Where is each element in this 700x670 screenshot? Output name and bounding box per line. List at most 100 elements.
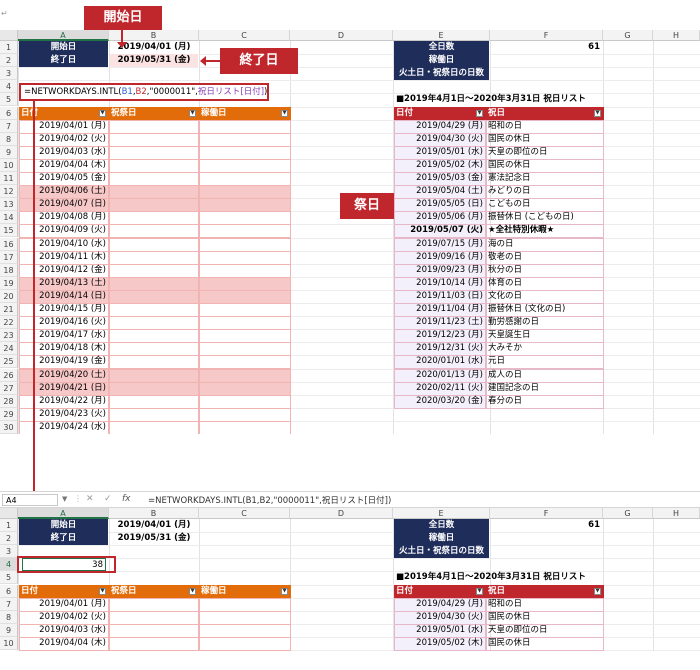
date-cell[interactable]: 2019/04/03 (水) [20, 624, 108, 637]
holiday-date[interactable]: 2019/11/23 (土) [395, 316, 485, 329]
holiday-date[interactable]: 2019/11/03 (日) [395, 290, 485, 303]
row-header-26[interactable]: 26 [0, 368, 18, 382]
formula-bar-content[interactable]: =NETWORKDAYS.INTL(B1,B2,"0000011",祝日リスト[… [148, 494, 391, 506]
holiday-date[interactable]: 2019/05/02 (木) [395, 637, 485, 650]
row-header-9[interactable]: 9 [0, 145, 18, 159]
holiday-date[interactable]: 2019/12/31 (火) [395, 342, 485, 355]
row-header-22[interactable]: 22 [0, 316, 18, 330]
row-header-4[interactable]: 4 [0, 558, 18, 572]
holiday-name[interactable]: 振替休日 (こどもの日) [488, 211, 603, 224]
holiday-name[interactable]: 憲法記念日 [488, 172, 603, 185]
column-header-a[interactable]: A [18, 30, 109, 41]
row-header-27[interactable]: 27 [0, 381, 18, 395]
filter-dropdown-icon[interactable]: ▼ [99, 587, 106, 595]
row-header-18[interactable]: 18 [0, 263, 18, 277]
holiday-name[interactable]: 昭和の日 [488, 598, 603, 611]
value-end-date[interactable]: 2019/05/31 (金) [110, 54, 198, 68]
holiday-name[interactable]: こどもの日 [488, 198, 603, 211]
insert-function-icon[interactable]: fx [122, 494, 131, 504]
table-header-workday[interactable]: 稼働日 [199, 584, 291, 598]
holiday-name[interactable]: みどりの日 [488, 185, 603, 198]
column-header-c[interactable]: C [199, 30, 290, 41]
select-all-corner[interactable] [0, 30, 18, 41]
filter-dropdown-icon[interactable]: ▼ [281, 587, 288, 595]
column-header-d[interactable]: D [290, 30, 393, 41]
holiday-name[interactable]: 文化の日 [488, 290, 603, 303]
row-header-20[interactable]: 20 [0, 289, 18, 303]
filter-dropdown-icon[interactable]: ▼ [476, 109, 483, 117]
holiday-date[interactable]: 2019/05/01 (水) [395, 624, 485, 637]
filter-dropdown-icon[interactable]: ▼ [594, 109, 601, 117]
holiday-date[interactable]: 2019/10/14 (月) [395, 277, 485, 290]
holiday-date[interactable]: 2019/11/04 (月) [395, 303, 485, 316]
row-header-30[interactable]: 30 [0, 420, 18, 434]
holiday-date[interactable]: 2019/09/16 (月) [395, 251, 485, 264]
value-start-date[interactable]: 2019/04/01 (月) [110, 519, 198, 532]
holiday-date[interactable]: 2020/01/13 (月) [395, 369, 485, 382]
filter-dropdown-icon[interactable]: ▼ [189, 109, 196, 117]
value-end-date[interactable]: 2019/05/31 (金) [110, 532, 198, 545]
column-header-e[interactable]: E [393, 30, 490, 41]
row-header-14[interactable]: 14 [0, 211, 18, 225]
column-header-e[interactable]: E [393, 508, 490, 519]
holiday-date[interactable]: 2019/05/04 (土) [395, 185, 485, 198]
holiday-name[interactable]: 海の日 [488, 238, 603, 251]
row-header-5[interactable]: 5 [0, 571, 18, 585]
filter-dropdown-icon[interactable]: ▼ [594, 587, 601, 595]
filter-dropdown-icon[interactable]: ▼ [189, 587, 196, 595]
column-header-d[interactable]: D [290, 508, 393, 519]
table-header-holiday[interactable]: 祝祭日 [109, 584, 199, 598]
holiday-date[interactable]: 2019/09/23 (月) [395, 264, 485, 277]
date-cell[interactable]: 2019/04/02 (火) [20, 611, 108, 624]
row-header-17[interactable]: 17 [0, 250, 18, 264]
cancel-icon[interactable]: ✕ [86, 494, 94, 504]
value-total-days[interactable]: 61 [491, 519, 602, 532]
holiday-header-name[interactable]: 祝日 [486, 106, 604, 120]
row-header-10[interactable]: 10 [0, 158, 18, 172]
holiday-date[interactable]: 2019/05/05 (日) [395, 198, 485, 211]
formula-cell-edit[interactable]: =NETWORKDAYS.INTL(B1,B2,"0000011",祝日リスト[… [19, 83, 269, 101]
column-header-b[interactable]: B [109, 508, 199, 519]
holiday-name[interactable]: 勤労感謝の日 [488, 316, 603, 329]
row-header-8[interactable]: 8 [0, 132, 18, 146]
table-header-date[interactable]: 日付 [19, 584, 109, 598]
column-header-g[interactable]: G [603, 508, 653, 519]
row-header-7[interactable]: 7 [0, 119, 18, 133]
row-header-7[interactable]: 7 [0, 597, 18, 611]
row-header-28[interactable]: 28 [0, 394, 18, 408]
holiday-date[interactable]: 2019/12/23 (月) [395, 329, 485, 342]
enter-icon[interactable]: ✓ [104, 494, 112, 504]
row-header-19[interactable]: 19 [0, 276, 18, 290]
holiday-name[interactable]: 体育の日 [488, 277, 603, 290]
table-header-holiday[interactable]: 祝祭日 [109, 106, 199, 120]
holiday-name[interactable]: 振替休日 (文化の日) [488, 303, 603, 316]
holiday-name[interactable]: 天皇の即位の日 [488, 146, 603, 159]
name-box-dropdown-icon[interactable]: ▼ [62, 495, 67, 503]
column-header-f[interactable]: F [490, 30, 603, 41]
holiday-name[interactable]: 大みそか [488, 342, 603, 355]
date-cell[interactable]: 2019/04/01 (月) [20, 598, 108, 611]
row-header-12[interactable]: 12 [0, 185, 18, 199]
select-all-corner[interactable] [0, 508, 18, 519]
row-header-1[interactable]: 1 [0, 519, 18, 533]
holiday-date[interactable]: 2019/04/29 (月) [395, 120, 485, 133]
row-header-15[interactable]: 15 [0, 224, 18, 238]
holiday-date[interactable]: 2019/05/07 (火) [395, 224, 485, 237]
holiday-header-date[interactable]: 日付 [394, 106, 486, 120]
row-header-9[interactable]: 9 [0, 623, 18, 637]
holiday-name[interactable]: ★全社特別休暇★ [488, 224, 603, 237]
column-header-g[interactable]: G [603, 30, 653, 41]
column-header-h[interactable]: H [653, 30, 700, 41]
row-header-16[interactable]: 16 [0, 237, 18, 251]
row-header-10[interactable]: 10 [0, 636, 18, 650]
row-header-4[interactable]: 4 [0, 80, 18, 94]
row-header-13[interactable]: 13 [0, 198, 18, 212]
result-value[interactable]: 38 [22, 558, 106, 572]
holiday-name[interactable]: 敬老の日 [488, 251, 603, 264]
column-header-c[interactable]: C [199, 508, 290, 519]
holiday-date[interactable]: 2019/04/29 (月) [395, 598, 485, 611]
column-header-a[interactable]: A [18, 508, 109, 519]
row-header-6[interactable]: 6 [0, 584, 18, 598]
holiday-date[interactable]: 2019/05/06 (月) [395, 211, 485, 224]
holiday-name[interactable]: 昭和の日 [488, 120, 603, 133]
